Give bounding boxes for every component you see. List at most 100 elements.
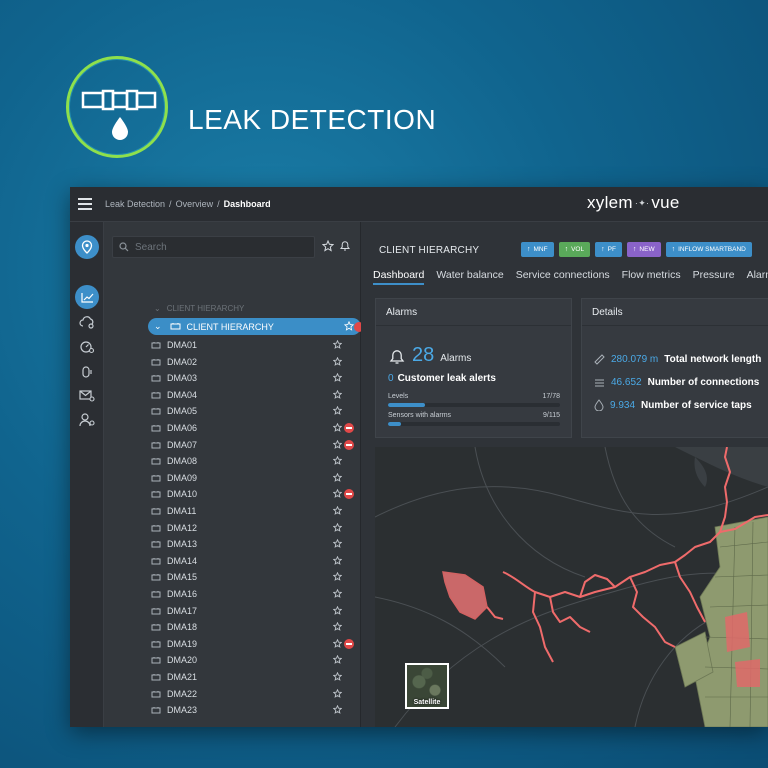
star-icon[interactable]	[332, 472, 343, 484]
tree-item-label: DMA20	[167, 655, 198, 666]
tree-item-dma19[interactable]: DMA19	[104, 636, 361, 652]
trend-chart-icon[interactable]	[75, 285, 99, 309]
mail-settings-icon[interactable]	[75, 384, 99, 408]
star-icon[interactable]	[332, 538, 343, 550]
tree-item-dma07[interactable]: DMA07	[104, 437, 361, 453]
tree-item-dma21[interactable]: DMA21	[104, 669, 361, 685]
star-icon[interactable]	[332, 605, 343, 617]
tree-item-dma23[interactable]: DMA23	[104, 702, 361, 718]
star-icon[interactable]	[332, 621, 343, 633]
tab-service-connections[interactable]: Service connections	[516, 269, 610, 285]
breadcrumb-item[interactable]: Leak Detection	[105, 199, 165, 209]
tree-item-dma14[interactable]: DMA14	[104, 553, 361, 569]
tree-item-dma06[interactable]: DMA06	[104, 420, 361, 436]
star-icon[interactable]	[332, 522, 343, 534]
main-content: CLIENT HIERARCHY ↑ MNF ↑ VOL ↑ PF ↑ NEW ↑ INFLOW …	[361, 222, 768, 727]
detail-connections: 46.652 Number of connections	[594, 377, 759, 387]
alert-badge	[344, 423, 354, 433]
cloud-gear-icon[interactable]	[75, 310, 99, 334]
tree-item-label: DMA14	[167, 555, 198, 566]
tree-item-label: DMA15	[167, 572, 198, 583]
tab-water-balance[interactable]: Water balance	[436, 269, 503, 285]
tree-item-label: DMA04	[167, 389, 198, 400]
tree-item-dma09[interactable]: DMA09	[104, 470, 361, 486]
star-icon[interactable]	[332, 638, 343, 650]
chip-inflow-smartband[interactable]: ↑ INFLOW SMARTBAND	[665, 242, 752, 257]
chip-vol[interactable]: ↑ VOL	[558, 242, 591, 257]
star-icon[interactable]	[332, 405, 343, 417]
chip-new[interactable]: ↑ NEW	[626, 242, 661, 257]
tree-item-label: DMA23	[167, 705, 198, 716]
chip-pf[interactable]: ↑ PF	[595, 242, 622, 257]
sensor-icon[interactable]	[75, 360, 99, 384]
tree-item-dma03[interactable]: DMA03	[104, 370, 361, 386]
tree-item-label: DMA11	[167, 506, 197, 516]
alarms-card: Alarms 28 Alarms 0 Customer leak alerts L…	[375, 298, 572, 438]
dma-icon	[151, 374, 161, 384]
tree-item-label: DMA13	[167, 539, 198, 550]
tree-item-dma02[interactable]: DMA02	[104, 354, 361, 370]
search-input[interactable]	[135, 241, 295, 253]
left-rail	[70, 222, 104, 727]
client-hierarchy-root[interactable]: ⌄ CLIENT HIERARCHY	[154, 304, 244, 313]
star-icon[interactable]	[332, 339, 343, 351]
tree-item-dma16[interactable]: DMA16	[104, 586, 361, 602]
arrow-up-icon: ↑	[527, 246, 531, 253]
star-icon[interactable]	[332, 389, 343, 401]
star-icon[interactable]	[332, 455, 343, 467]
tab-dashboard[interactable]: Dashboard	[373, 269, 425, 285]
tree-item-dma18[interactable]: DMA18	[104, 619, 361, 635]
dma-icon	[151, 358, 161, 368]
star-icon[interactable]	[332, 571, 343, 583]
star-icon[interactable]	[332, 488, 343, 500]
star-icon[interactable]	[332, 505, 343, 517]
dma-icon	[151, 524, 161, 534]
client-hierarchy-selected[interactable]: ⌄ CLIENT HIERARCHY	[148, 318, 364, 335]
dma-icon	[151, 623, 161, 633]
tab-pressure[interactable]: Pressure	[693, 269, 735, 285]
star-icon[interactable]	[332, 555, 343, 567]
star-icon[interactable]	[332, 439, 343, 451]
star-icon[interactable]	[332, 654, 343, 666]
star-icon[interactable]	[344, 321, 354, 331]
tree-item-dma04[interactable]: DMA04	[104, 387, 361, 403]
notifications-bell-icon[interactable]	[339, 239, 351, 252]
star-icon[interactable]	[332, 671, 343, 683]
star-icon[interactable]	[332, 704, 343, 716]
tab-alarms[interactable]: Alarms	[747, 269, 768, 285]
tab-flow-metrics[interactable]: Flow metrics	[622, 269, 681, 285]
details-card-title: Details	[582, 299, 768, 326]
star-icon[interactable]	[332, 372, 343, 384]
tree-item-dma08[interactable]: DMA08	[104, 453, 361, 469]
search-box[interactable]	[112, 236, 315, 258]
tree-item-label: DMA02	[167, 356, 198, 367]
tree-item-dma17[interactable]: DMA17	[104, 603, 361, 619]
sensors-metric: Sensors with alarms 9/115	[388, 412, 560, 426]
tree-item-dma01[interactable]: DMA01	[104, 337, 361, 353]
tree-item-dma11[interactable]: DMA11	[104, 503, 361, 519]
breadcrumb-item[interactable]: Overview	[176, 199, 214, 209]
gauge-settings-icon[interactable]	[75, 335, 99, 359]
tree-item-dma15[interactable]: DMA15	[104, 569, 361, 585]
dma-icon	[151, 706, 161, 716]
tree-item-dma10[interactable]: DMA10	[104, 486, 361, 502]
satellite-layer-button[interactable]: Satellite	[405, 663, 449, 709]
customer-leak-alerts[interactable]: 0 Customer leak alerts	[388, 373, 496, 384]
tree-item-dma20[interactable]: DMA20	[104, 652, 361, 668]
chip-mnf[interactable]: ↑ MNF	[521, 242, 554, 257]
location-pin-icon[interactable]	[75, 235, 99, 259]
star-icon[interactable]	[332, 588, 343, 600]
user-settings-icon[interactable]	[75, 408, 99, 432]
favorites-star-icon[interactable]	[322, 240, 334, 252]
dma-icon	[151, 474, 161, 484]
tree-item-dma05[interactable]: DMA05	[104, 403, 361, 419]
hamburger-menu-icon[interactable]	[78, 198, 92, 210]
star-icon[interactable]	[332, 688, 343, 700]
tree-item-dma22[interactable]: DMA22	[104, 686, 361, 702]
star-icon[interactable]	[332, 422, 343, 434]
network-map[interactable]: Satellite	[375, 447, 768, 727]
dma-icon	[151, 607, 161, 617]
tree-item-dma12[interactable]: DMA12	[104, 520, 361, 536]
tree-item-dma13[interactable]: DMA13	[104, 536, 361, 552]
star-icon[interactable]	[332, 356, 343, 368]
